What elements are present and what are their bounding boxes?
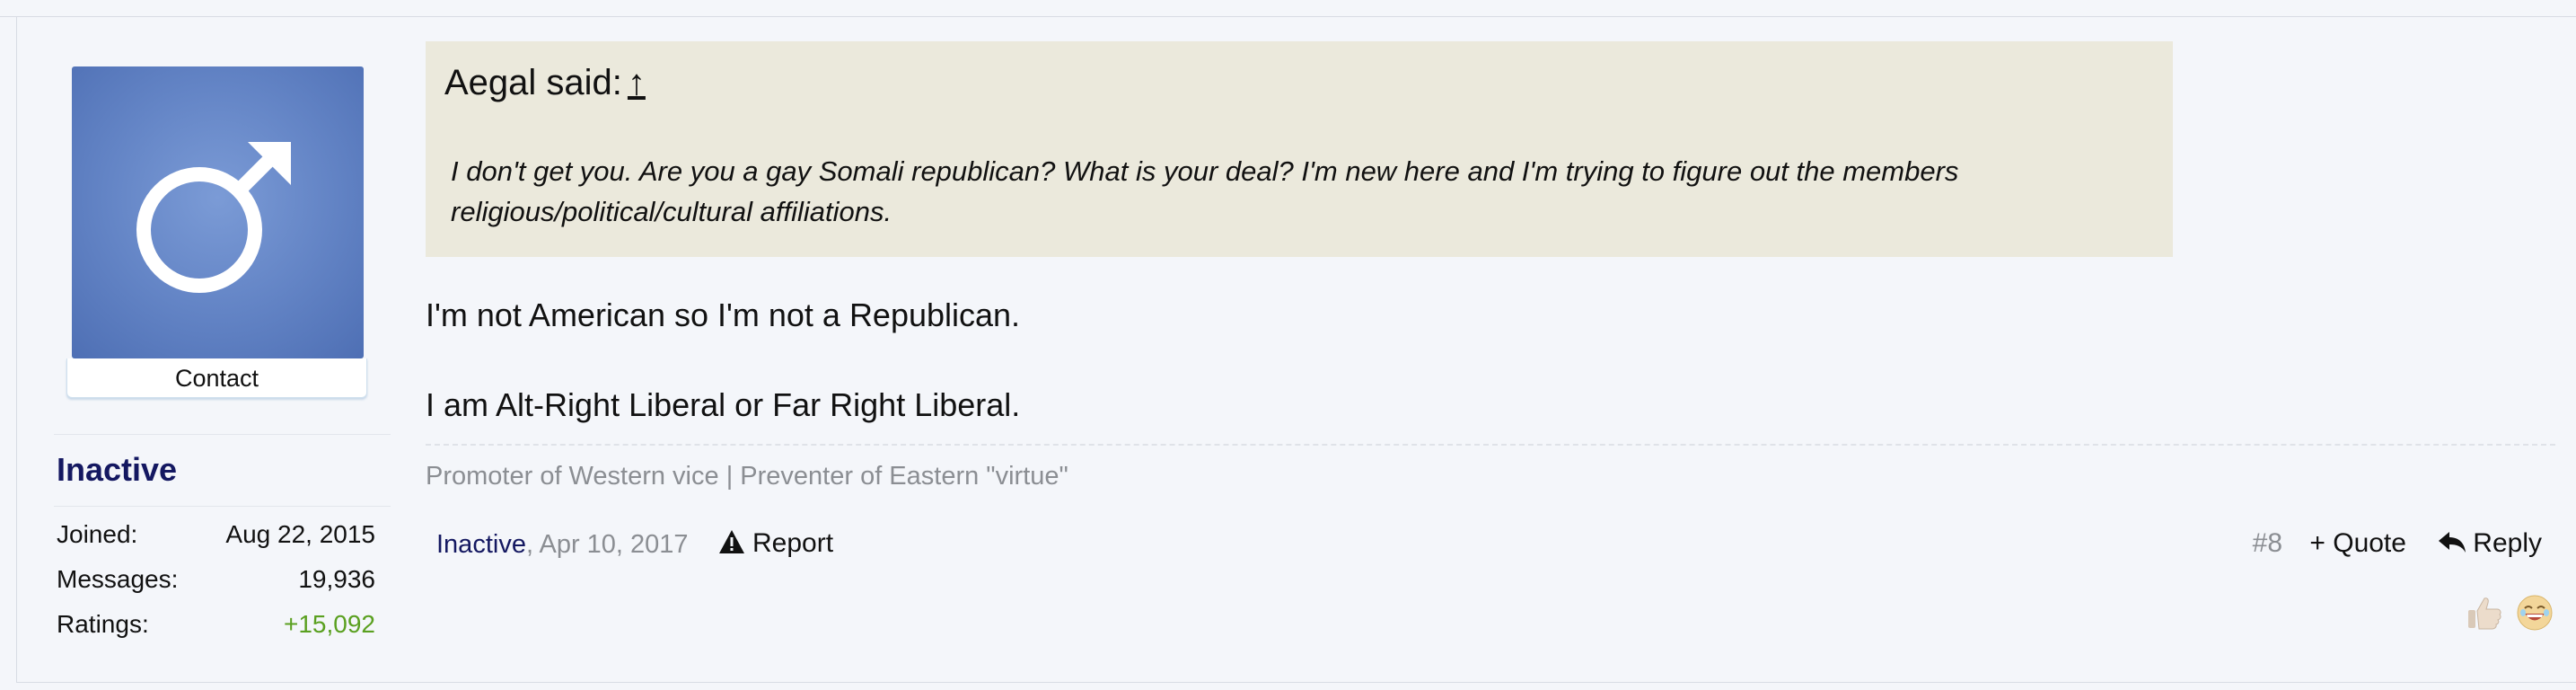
thumbs-up-icon[interactable] bbox=[2465, 593, 2504, 637]
user-stats: Joined: Aug 22, 2015 Messages: 19,936 Ra… bbox=[57, 520, 375, 655]
reply-button[interactable]: Reply bbox=[2437, 528, 2542, 558]
message-line: I'm not American so I'm not a Republican… bbox=[426, 296, 1021, 333]
stat-row-messages: Messages: 19,936 bbox=[57, 565, 375, 610]
message-line: I am Alt-Right Liberal or Far Right Libe… bbox=[426, 386, 1021, 423]
quote-block: Aegal said: ↑ I don't get you. Are you a … bbox=[426, 41, 2173, 257]
post-number-link[interactable]: #8 bbox=[2253, 528, 2282, 558]
reply-icon bbox=[2439, 532, 2466, 553]
top-divider bbox=[0, 16, 16, 17]
stat-label: Messages: bbox=[57, 565, 179, 593]
username[interactable]: Inactive bbox=[57, 451, 177, 489]
quote-attribution: Aegal said: ↑ bbox=[444, 63, 646, 103]
stat-value: +15,092 bbox=[284, 610, 375, 638]
report-button[interactable]: Report bbox=[718, 528, 833, 559]
stat-label: Ratings: bbox=[57, 610, 149, 638]
quote-author: Aegal said: bbox=[444, 63, 622, 102]
stat-value: Aug 22, 2015 bbox=[225, 520, 375, 548]
contact-button[interactable]: Contact bbox=[66, 358, 367, 398]
avatar[interactable] bbox=[72, 66, 364, 358]
quote-text: I don't get you. Are you a gay Somali re… bbox=[451, 155, 1959, 227]
ratings-display bbox=[2457, 593, 2554, 637]
divider bbox=[54, 506, 391, 507]
post-date[interactable]: Apr 10, 2017 bbox=[539, 530, 688, 559]
jump-to-quote-link[interactable]: ↑ bbox=[628, 63, 646, 102]
stat-row-ratings: Ratings: +15,092 bbox=[57, 610, 375, 655]
report-label: Report bbox=[752, 528, 834, 558]
post-author-link[interactable]: Inactive bbox=[436, 530, 526, 559]
comma-separator: , bbox=[525, 530, 534, 559]
male-symbol-icon bbox=[136, 142, 291, 293]
reply-label: Reply bbox=[2473, 528, 2542, 558]
post-meta: Inactive, Apr 10, 2017 bbox=[436, 530, 689, 560]
laughing-face-icon[interactable] bbox=[2515, 593, 2554, 637]
warning-icon bbox=[719, 530, 744, 553]
quote-button[interactable]: + Quote bbox=[2309, 528, 2406, 558]
stat-label: Joined: bbox=[57, 520, 138, 548]
post-actions: #8 + Quote Reply bbox=[2253, 528, 2542, 559]
stat-row-joined: Joined: Aug 22, 2015 bbox=[57, 520, 375, 565]
stat-value: 19,936 bbox=[298, 565, 375, 593]
divider bbox=[54, 434, 391, 435]
signature: Promoter of Western vice | Preventer of … bbox=[426, 462, 1068, 491]
signature-divider bbox=[426, 444, 2555, 446]
